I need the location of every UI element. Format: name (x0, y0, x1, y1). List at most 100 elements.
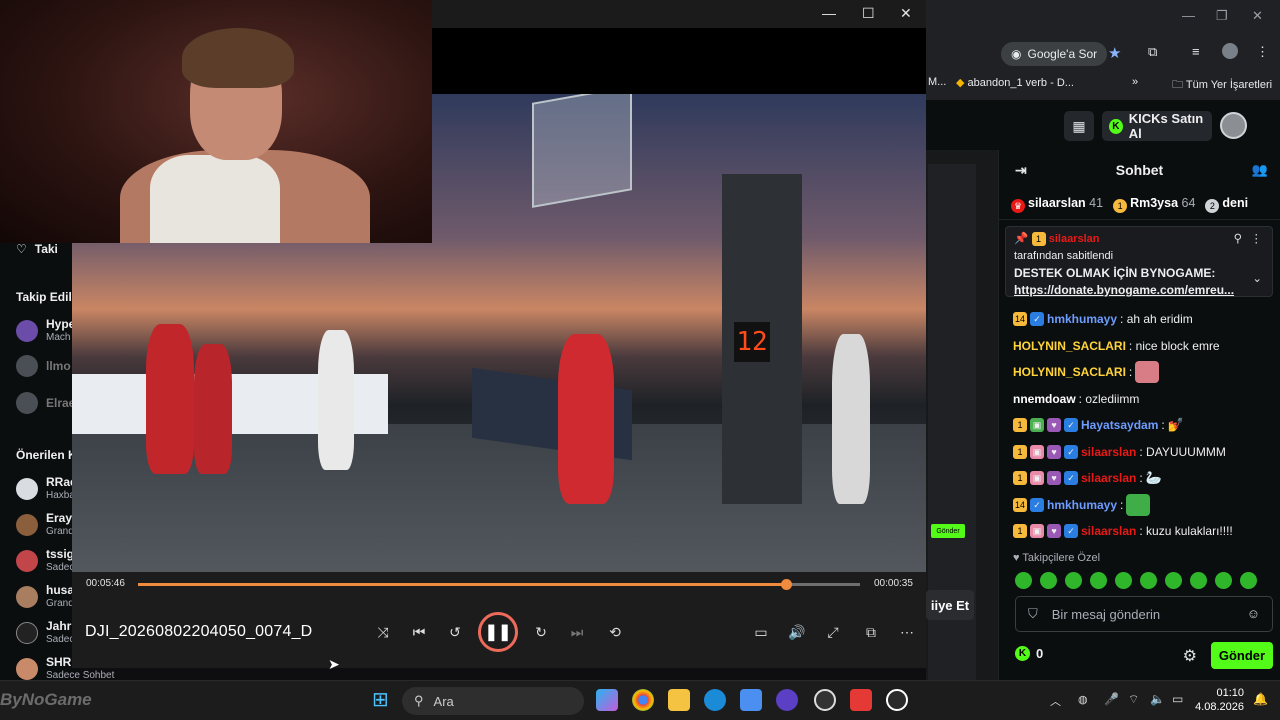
emote-icon[interactable] (1040, 572, 1057, 589)
more-options-icon[interactable]: ⋮ (1251, 231, 1263, 245)
google-ask-button[interactable]: ◉ Google'a Sor (1001, 42, 1107, 66)
emote-icon[interactable] (1065, 572, 1082, 589)
user-avatar[interactable] (1220, 112, 1247, 139)
emote-icon[interactable] (1190, 572, 1207, 589)
lightshot-icon[interactable] (850, 689, 872, 711)
sidebar-channel[interactable]: Hype Mach (16, 318, 75, 344)
emote-icon[interactable] (1090, 572, 1107, 589)
volume-icon[interactable]: 🔊 (786, 622, 808, 642)
left-sidebar: ♡ Taki Takip Edile Hype Mach llmo Elrae Ön… (0, 240, 114, 681)
chevron-up-icon[interactable]: ︿ (1050, 693, 1061, 709)
donation-link[interactable]: https://donate.bynogame.com/emreu... (1014, 283, 1264, 297)
fullscreen-icon[interactable]: ⤢ (822, 622, 844, 642)
restore-icon[interactable]: ❐ (1216, 8, 1228, 24)
watermark: ByNoGame (0, 690, 92, 709)
chrome-icon[interactable] (632, 689, 654, 711)
tab-search-icon[interactable]: ≡ (1192, 44, 1200, 59)
sidebar-channel[interactable]: husa Grand (16, 584, 74, 610)
sidebar-channel[interactable]: Elrae (16, 392, 75, 414)
collapse-chat-icon[interactable]: ⇥ (1015, 162, 1027, 179)
seek-bar[interactable] (138, 579, 860, 590)
emote-icon[interactable] (1240, 572, 1257, 589)
next-icon[interactable]: ⏭ (566, 622, 588, 642)
top-gifters: ♛ silaarslan 41 1 Rm3ysa 64 2 deni (999, 190, 1280, 220)
unpin-icon[interactable]: ⚲ (1234, 231, 1242, 245)
star-icon[interactable]: ★ (1108, 44, 1121, 62)
user-list-icon[interactable]: 👥 (1252, 162, 1268, 178)
gifter-item[interactable]: 2 deni (1205, 196, 1248, 213)
send-button[interactable]: Gönder (1211, 642, 1273, 669)
buy-kicks-button[interactable]: K KICKs Satın Al (1102, 111, 1212, 141)
heart-icon: ♡ (16, 242, 27, 256)
avatar (16, 355, 38, 377)
avatar (16, 658, 38, 680)
pinned-message[interactable]: 📌 1 silaarslan ⚲ ⋮ tarafından sabitlendi… (1005, 226, 1273, 297)
more-bookmarks-icon[interactable]: » (1132, 76, 1138, 88)
seek-handle[interactable] (781, 579, 793, 590)
sidebar-channel[interactable]: Eray Grand (16, 512, 74, 538)
shuffle-icon[interactable]: ⤨ (372, 622, 394, 642)
battery-icon[interactable]: ▭ (1172, 692, 1183, 706)
chat-message: 1 ▣ ♥ ✓ silaarslan: 🦢 (1013, 465, 1275, 492)
following-link[interactable]: ♡ Taki (16, 242, 58, 256)
network-icon[interactable]: ⌔ (1128, 692, 1139, 707)
all-bookmarks-folder[interactable]: 🗀 Tüm Yer İşaretleri (1172, 76, 1272, 95)
microphone-icon[interactable]: 🎤 (1104, 692, 1119, 706)
emote-icon (1135, 361, 1160, 384)
emote-icon[interactable] (1215, 572, 1232, 589)
pause-button[interactable]: ❚❚ (478, 612, 518, 652)
emote-icon[interactable] (1015, 572, 1032, 589)
obs-icon[interactable] (814, 689, 836, 711)
proton-vpn-icon[interactable] (776, 689, 798, 711)
extensions-icon[interactable]: ⧉ (1148, 44, 1157, 60)
sidebar-channel[interactable]: Jahr Sadec (16, 620, 74, 646)
miniplayer-icon[interactable]: ⧉ (860, 622, 882, 642)
speaker-icon[interactable]: 🔈 (1150, 692, 1165, 706)
edge-icon[interactable] (704, 689, 726, 711)
previous-icon[interactable]: ⏮ (408, 622, 430, 642)
remaining-time: 00:00:35 (874, 578, 913, 589)
profile-icon[interactable] (1222, 43, 1238, 59)
close-icon[interactable]: ✕ (1252, 8, 1263, 24)
kicks-coin-icon: K (1015, 646, 1030, 661)
expand-chevron-icon[interactable]: ⌄ (1252, 271, 1262, 285)
subtitles-icon[interactable]: ▭ (750, 622, 772, 642)
sidebar-channel[interactable]: llmo (16, 355, 71, 377)
wifi-icon[interactable]: ◍ (1078, 693, 1088, 706)
sidebar-channel[interactable]: RRae Haxba (16, 476, 77, 502)
repeat-icon[interactable]: ⟲ (604, 622, 626, 642)
forward-30-icon[interactable]: ↻ (530, 622, 552, 642)
taskbar: ⊞ ⚲ Ara ︿ ◍ 🎤 ⌔ 🔈 ▭ 01:10 4.08.2026 🔔 (0, 680, 1280, 720)
shield-icon: ⛉ (1028, 606, 1038, 621)
minimize-icon[interactable]: — (822, 5, 836, 21)
chat-input[interactable]: ⛉ Bir mesaj gönderin ☺ (1015, 596, 1273, 632)
store-icon[interactable] (740, 689, 762, 711)
emote-icon[interactable] (1115, 572, 1132, 589)
rewind-10-icon[interactable]: ↺ (444, 622, 466, 642)
notification-icon[interactable]: 🔔 (1253, 692, 1268, 706)
sidebar-channel[interactable]: tssig Sadec (16, 548, 74, 574)
gifter-item[interactable]: ♛ silaarslan 41 (1011, 196, 1103, 213)
emoji-icon[interactable]: ☺ (1247, 606, 1260, 621)
taskbar-search[interactable]: ⚲ Ara (402, 687, 584, 715)
maximize-icon[interactable]: ☐ (862, 5, 875, 22)
bookmark-item[interactable]: M... (928, 76, 946, 88)
sub-badge-icon: 1 (1013, 524, 1027, 539)
copilot-icon[interactable] (596, 689, 618, 711)
windows-start-icon[interactable]: ⊞ (372, 690, 389, 710)
menu-icon[interactable]: ⋮ (1256, 44, 1269, 60)
minimize-icon[interactable]: — (1182, 8, 1195, 23)
emote-icon[interactable] (1165, 572, 1182, 589)
athlete (558, 334, 614, 504)
file-explorer-icon[interactable] (668, 689, 690, 711)
emote-icon[interactable] (1140, 572, 1157, 589)
kicks-balance[interactable]: K0 (1015, 646, 1043, 661)
bookmark-item[interactable]: ◆ abandon_1 verb - D... (956, 76, 1074, 89)
close-icon[interactable]: ✕ (900, 5, 912, 22)
gear-icon[interactable]: ⚙ (1183, 646, 1197, 666)
gifter-item[interactable]: 1 Rm3ysa 64 (1113, 196, 1195, 213)
media-player-icon[interactable] (886, 689, 908, 711)
taskbar-clock[interactable]: 01:10 4.08.2026 (1195, 686, 1244, 714)
more-options-icon[interactable]: ⋯ (896, 622, 918, 642)
layout-icon[interactable]: ▦ (1064, 111, 1094, 141)
